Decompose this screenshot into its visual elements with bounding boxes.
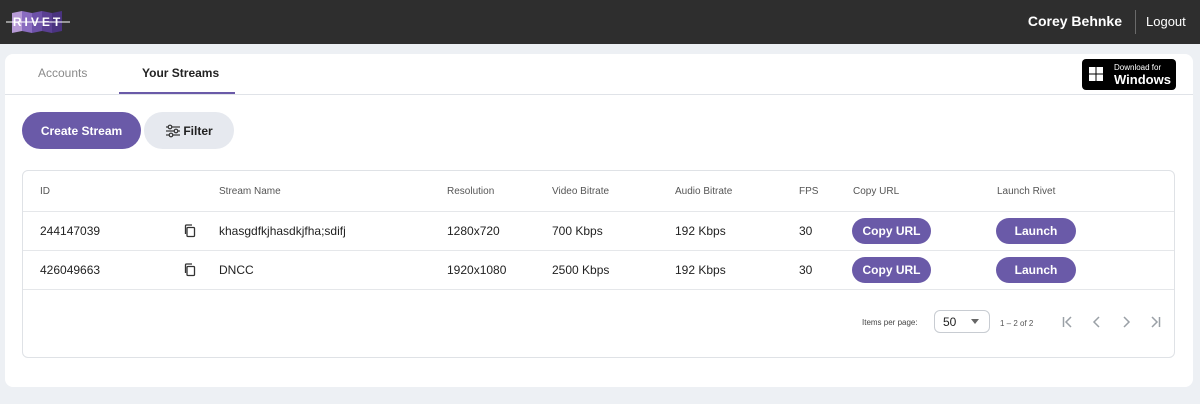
logo-text: RIVET: [13, 15, 63, 29]
stream-name: khasgdfkjhasdkjfha;sdifj: [219, 224, 346, 238]
main-card: Accounts Your Streams Download for Windo…: [5, 54, 1193, 387]
user-name: Corey Behnke: [1027, 13, 1122, 29]
header-divider: [1135, 10, 1136, 34]
launch-button[interactable]: Launch: [996, 218, 1076, 244]
column-header-resolution: Resolution: [447, 186, 495, 197]
copy-url-button[interactable]: Copy URL: [852, 218, 931, 244]
stream-id: 426049663: [40, 263, 101, 277]
filter-button[interactable]: Filter: [144, 112, 234, 149]
stream-fps: 30: [799, 224, 813, 238]
stream-video-bitrate: 2500 Kbps: [552, 263, 610, 277]
column-header-video-bitrate: Video Bitrate: [552, 186, 610, 197]
last-page-icon[interactable]: [1147, 314, 1163, 330]
streams-table: ID Stream Name Resolution Video Bitrate …: [22, 170, 1175, 358]
column-header-launch-rivet: Launch Rivet: [997, 186, 1056, 197]
stream-name: DNCC: [219, 263, 254, 277]
column-header-fps: FPS: [799, 186, 819, 197]
chevron-right-icon[interactable]: [1118, 314, 1134, 330]
create-stream-button[interactable]: Create Stream: [22, 112, 141, 149]
sliders-icon: [166, 124, 181, 137]
filter-label: Filter: [183, 123, 213, 138]
table-row: 244147039 khasgdfkjhasdkjfha;sdifj 1280x…: [23, 211, 1174, 250]
tab-accounts[interactable]: Accounts: [38, 66, 87, 80]
logout-link[interactable]: Logout: [1146, 14, 1186, 29]
column-header-id: ID: [40, 186, 50, 197]
column-header-stream-name: Stream Name: [219, 186, 281, 197]
items-per-page-label: Items per page:: [862, 318, 918, 327]
column-header-audio-bitrate: Audio Bitrate: [675, 186, 733, 197]
first-page-icon[interactable]: [1060, 314, 1076, 330]
download-main-label: Windows: [1114, 72, 1171, 87]
stream-resolution: 1920x1080: [447, 263, 507, 277]
copy-icon[interactable]: [183, 224, 197, 238]
launch-button[interactable]: Launch: [996, 257, 1076, 283]
windows-logo-icon: [1089, 67, 1103, 81]
items-per-page-select[interactable]: 50: [934, 310, 990, 333]
chevron-left-icon[interactable]: [1089, 314, 1105, 330]
copy-icon[interactable]: [183, 263, 197, 277]
column-header-copy-url: Copy URL: [853, 186, 900, 197]
dropdown-caret-icon: [971, 319, 979, 324]
stream-fps: 30: [799, 263, 813, 277]
stream-id: 244147039: [40, 224, 101, 238]
pagination-range: 1 – 2 of 2: [1000, 319, 1034, 328]
top-bar: RIVET Corey Behnke Logout: [0, 0, 1200, 44]
tabs-divider: [5, 94, 1193, 95]
download-windows-button[interactable]: Download for Windows: [1082, 59, 1176, 90]
tab-your-streams[interactable]: Your Streams: [142, 66, 219, 80]
table-row-divider: [23, 289, 1174, 290]
stream-video-bitrate: 700 Kbps: [552, 224, 603, 238]
rivet-logo-graphic: RIVET: [6, 11, 70, 33]
stream-resolution: 1280x720: [447, 224, 500, 238]
copy-url-button[interactable]: Copy URL: [852, 257, 931, 283]
stream-audio-bitrate: 192 Kbps: [675, 263, 726, 277]
download-sub-label: Download for: [1114, 63, 1162, 72]
stream-audio-bitrate: 192 Kbps: [675, 224, 726, 238]
items-per-page-value: 50: [943, 315, 957, 329]
table-row: 426049663 DNCC 1920x1080 2500 Kbps 192 K…: [23, 250, 1174, 289]
rivet-logo[interactable]: RIVET: [6, 9, 70, 35]
